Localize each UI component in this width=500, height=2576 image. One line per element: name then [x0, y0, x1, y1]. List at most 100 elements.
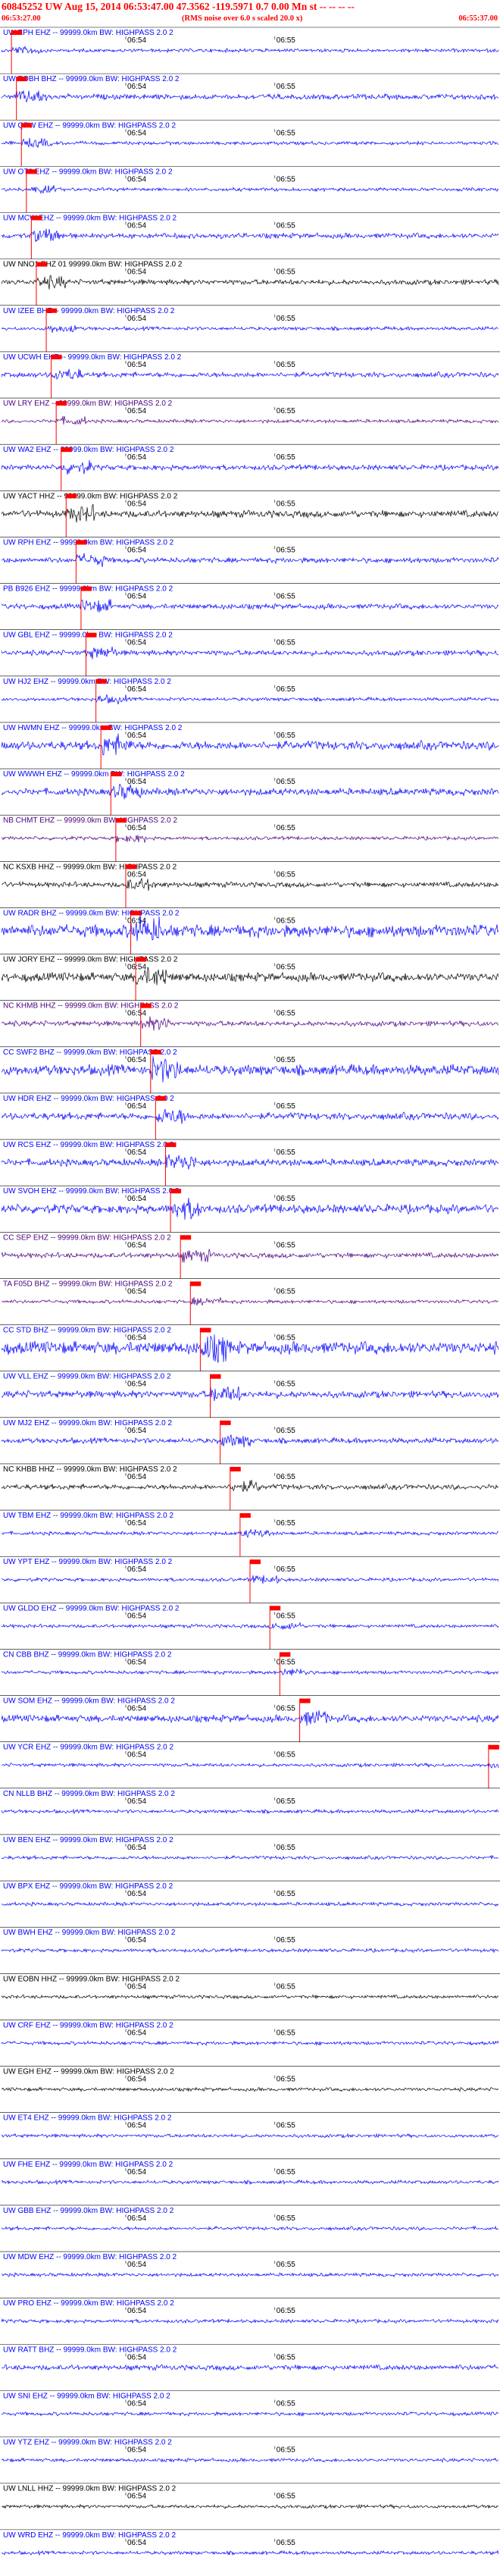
trace-label: UW IZEE BHZ -- 99999.0km BW: HIGHPASS 2.… — [3, 307, 175, 315]
time-tick-label: 06:55 — [277, 546, 295, 554]
pick-marker — [150, 1049, 161, 1055]
waveform — [1, 459, 499, 475]
trace-row: UW MCW EHZ -- 99999.0km BW: HIGHPASS 2.0… — [0, 212, 500, 259]
trace-label: UW GLDO EHZ -- 99999.0km BW: HIGHPASS 2.… — [3, 1604, 180, 1612]
time-tick-label: 06:55 — [277, 1890, 295, 1898]
pick-marker — [220, 1420, 231, 1425]
time-tick-label: 06:54 — [127, 2307, 146, 2315]
waveform — [1, 914, 499, 942]
pick-marker — [61, 447, 72, 453]
pick-marker — [51, 354, 62, 359]
time-tick-label: 06:55 — [277, 2353, 295, 2361]
waveform — [1, 834, 499, 843]
waveform — [2, 1016, 499, 1031]
time-tick-label: 06:54 — [127, 2168, 146, 2176]
trace-row: NB CHMT EHZ -- 99999.0km BW: HIGHPASS 2.… — [0, 814, 500, 862]
waveform — [1, 599, 499, 613]
trace-label: NC KHBB HHZ -- 99999.0km BW: HIGHPASS 2.… — [3, 1465, 177, 1474]
pick-marker — [16, 77, 27, 82]
waveform — [1, 783, 499, 800]
trace-label: NC KHMB HHZ -- 99999.0km BW: HIGHPASS 2.… — [3, 1002, 179, 1011]
time-tick-label: 06:55 — [277, 2261, 295, 2269]
trace-row: UW GBB EHZ -- 99999.0km BW: HIGHPASS 2.0… — [0, 2205, 500, 2232]
waveform — [1, 2503, 499, 2510]
trace-label: UW HDR EHZ -- 99999.0km BW: HIGHPASS 2.0… — [3, 1095, 174, 1103]
time-tick-label: 06:54 — [127, 917, 146, 925]
time-tick-label: 06:54 — [127, 407, 146, 415]
time-tick-label: 06:54 — [127, 222, 146, 230]
pick-marker — [46, 308, 58, 313]
time-tick-label: 06:54 — [127, 2539, 146, 2547]
trace-label: UW RADR BHZ -- 99999.0km BW: HIGHPASS 2.… — [3, 909, 180, 917]
waveform — [1, 325, 498, 333]
pick-marker — [200, 1327, 211, 1333]
pick-marker — [66, 494, 77, 499]
waveform — [1, 137, 499, 148]
time-tick-label: 06:54 — [127, 1010, 146, 1018]
time-tick-label: 06:54 — [127, 1658, 146, 1666]
waveform — [1, 1710, 499, 1726]
trace-label: UW SOM EHZ -- 99999.0km BW: HIGHPASS 2.0… — [3, 1697, 175, 1706]
time-tick-label: 06:55 — [277, 2214, 295, 2223]
time-tick-label: 06:54 — [127, 1149, 146, 1157]
waveform — [2, 1762, 499, 1769]
pick-marker — [126, 864, 136, 870]
trace-row: UW LNLL HHZ -- 99999.0km BW: HIGHPASS 2.… — [0, 2483, 500, 2510]
time-tick-label: 06:55 — [277, 1658, 295, 1666]
trace-label: UW FHE EHZ -- 99999.0km BW: HIGHPASS 2.0… — [3, 2161, 173, 2169]
trace-row: UW SNI EHZ -- 99999.0km BW: HIGHPASS 2.0… — [0, 2390, 500, 2417]
waveform — [1, 1197, 499, 1220]
time-tick-label: 06:55 — [277, 778, 295, 786]
trace-label: UW RCS EHZ -- 99999.0km BW: HIGHPASS 2.0… — [3, 1141, 174, 1149]
trace-label: UW WA2 EHZ -- 99999.0km BW: HIGHPASS 2.0… — [3, 446, 174, 454]
time-tick-label: 06:55 — [277, 1334, 295, 1343]
trace-label: UW BPX EHZ -- 99999.0km BW: HIGHPASS 2.0… — [3, 1882, 173, 1891]
waveform — [1, 1108, 499, 1124]
trace-label: UW SVOH EHZ -- 99999.0km BW: HIGHPASS 2.… — [3, 1187, 180, 1196]
time-tick-label: 06:55 — [277, 1195, 295, 1203]
pick-marker — [180, 1235, 192, 1240]
time-tick-label: 06:55 — [277, 1982, 295, 1991]
trace-label: UW MDW EHZ -- 99999.0km BW: HIGHPASS 2.0… — [3, 2253, 177, 2261]
trace-label: UW GBB EHZ -- 99999.0km BW: HIGHPASS 2.0… — [3, 2207, 174, 2215]
time-tick-label: 06:54 — [127, 1334, 146, 1343]
time-tick-label: 06:54 — [127, 639, 146, 647]
time-tick-label: 06:55 — [277, 2539, 295, 2547]
pick-marker — [86, 632, 97, 638]
trace-row: NC KHBB HHZ -- 99999.0km BW: HIGHPASS 2.… — [0, 1463, 500, 1511]
trace-row: CC STD BHZ -- 99999.0km BW: HIGHPASS 2.0… — [0, 1324, 500, 1371]
trace-row: UW YTZ EHZ -- 99999.0km BW: HIGHPASS 2.0… — [0, 2437, 500, 2463]
time-tick-label: 06:54 — [127, 1705, 146, 1713]
waveform — [1, 647, 499, 660]
trace-row: UW BPX EHZ -- 99999.0km BW: HIGHPASS 2.0… — [0, 1880, 500, 1907]
time-tick-label: 06:55 — [277, 1844, 295, 1852]
trace-row: UW YCR EHZ -- 99999.0km BW: HIGHPASS 2.0… — [0, 1741, 500, 1788]
trace-label: CN CBB BHZ -- 99999.0km BW: HIGHPASS 2.0… — [3, 1650, 172, 1659]
pick-marker — [36, 262, 47, 267]
pick-marker — [280, 1652, 291, 1657]
trace-label: UW YACT HHZ -- 99999.0km BW: HIGHPASS 2.… — [3, 492, 178, 500]
time-tick-label: 06:55 — [277, 917, 295, 925]
waveform — [1, 733, 499, 756]
time-tick-label: 06:54 — [127, 268, 146, 277]
waveform — [1, 1994, 499, 2000]
time-tick-label: 06:55 — [277, 222, 295, 230]
time-tick-label: 06:55 — [277, 964, 295, 972]
waveform — [1, 878, 499, 892]
time-tick-label: 06:55 — [277, 453, 295, 462]
waveform — [1, 368, 499, 380]
waveform — [1, 1808, 499, 1815]
time-tick-label: 06:54 — [127, 315, 146, 323]
time-tick-label: 06:55 — [277, 2122, 295, 2130]
waveform — [1, 1529, 499, 1538]
time-tick-label: 06:54 — [127, 2029, 146, 2037]
trace-row: UW CRF EHZ -- 99999.0km BW: HIGHPASS 2.0… — [0, 2020, 500, 2046]
waveform — [1, 1622, 499, 1630]
pick-marker — [170, 1189, 182, 1194]
time-tick-label: 06:54 — [127, 129, 146, 137]
pick-marker — [155, 1095, 167, 1101]
waveform — [1, 274, 499, 290]
waveform — [1, 1854, 499, 1861]
waveform — [1, 2272, 499, 2278]
pick-marker — [136, 957, 147, 962]
